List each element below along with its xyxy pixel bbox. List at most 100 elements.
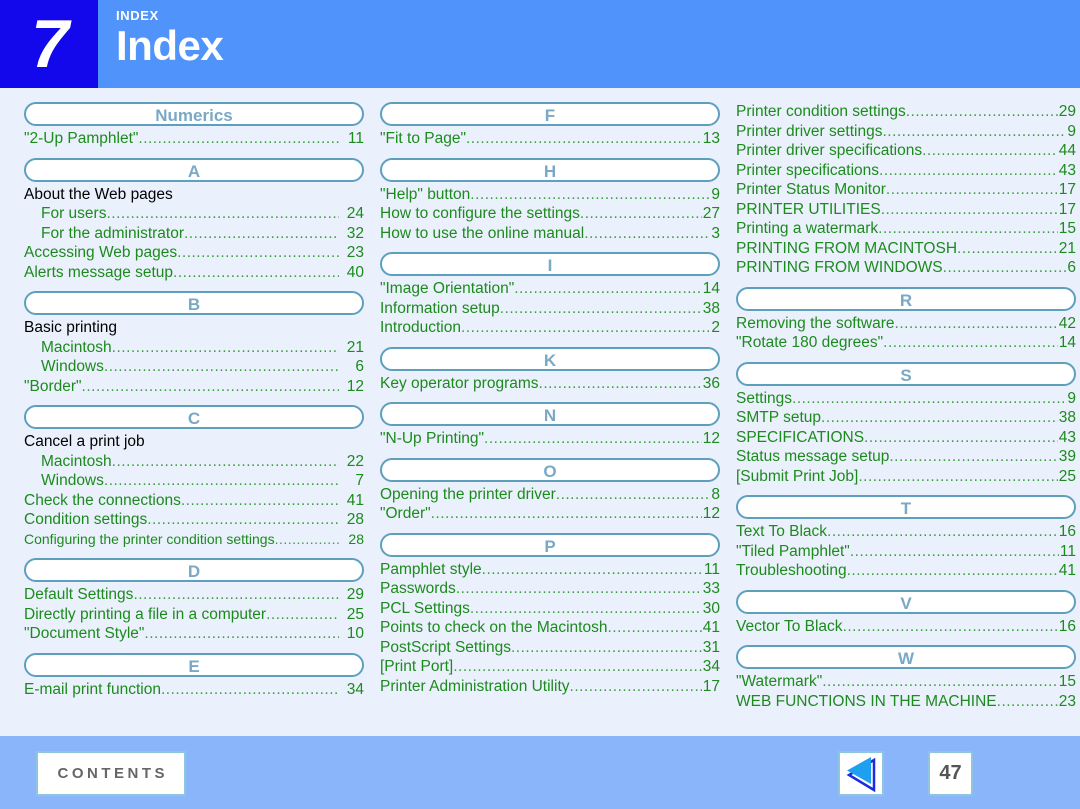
index-entry[interactable]: Printing a watermark....................… (736, 219, 1076, 239)
index-entry[interactable]: Check the connections...................… (24, 491, 364, 511)
index-entry-title: Alerts message setup (24, 263, 174, 281)
index-entry[interactable]: Removing the software...................… (736, 314, 1076, 334)
index-entry[interactable]: "Tiled Pamphlet"........................… (736, 542, 1076, 562)
leader-dots: ........................................… (184, 224, 339, 242)
leader-dots: ........................................… (499, 299, 702, 317)
section-header-b: B (24, 291, 364, 315)
index-entry-title: Printer condition settings (736, 103, 906, 120)
index-entry-title: Points to check on the Macintosh (380, 619, 608, 636)
index-entry-title: Directly printing a file in a computer (24, 605, 267, 623)
index-entry[interactable]: How to use the online manual............… (380, 224, 720, 244)
index-entry-page: 16 (1058, 523, 1076, 540)
index-entry[interactable]: PRINTING FROM MACINTOSH.................… (736, 239, 1076, 259)
back-button[interactable] (838, 751, 884, 796)
index-entry[interactable]: Information setup.......................… (380, 299, 720, 319)
index-entry[interactable]: "Document Style"........................… (24, 624, 364, 644)
index-entry[interactable]: For the administrator...................… (24, 224, 364, 244)
index-entry[interactable]: For users...............................… (24, 204, 364, 224)
index-entry-page: 29 (346, 586, 364, 603)
index-entry[interactable]: Printer Administration Utility..........… (380, 677, 720, 697)
leader-dots: ........................................… (894, 314, 1058, 332)
leader-dots: ........................................… (792, 389, 1066, 407)
index-entry-page: 27 (702, 205, 720, 222)
index-entry[interactable]: Passwords...............................… (380, 579, 720, 599)
index-entry[interactable]: "Fit to Page"...........................… (380, 129, 720, 149)
index-entry[interactable]: SPECIFICATIONS..........................… (736, 428, 1076, 448)
index-entry[interactable]: Directly printing a file in a computer..… (24, 605, 364, 625)
index-entry[interactable]: "Help" button...........................… (380, 185, 720, 205)
index-entry[interactable]: Status message setup....................… (736, 447, 1076, 467)
leader-dots: ........................................… (905, 103, 1058, 120)
index-entry[interactable]: "Rotate 180 degrees"....................… (736, 333, 1076, 353)
index-entry[interactable]: Accessing Web pages.....................… (24, 243, 364, 263)
leader-dots: ........................................… (858, 467, 1057, 485)
section-header-s: S (736, 361, 1076, 386)
index-entry-title: Settings (736, 389, 793, 407)
index-entry[interactable]: SMTP setup..............................… (736, 408, 1076, 428)
index-entry[interactable]: "Order".................................… (380, 504, 720, 524)
index-entry[interactable]: Default Settings........................… (24, 585, 364, 605)
index-entry[interactable]: Windows.................................… (24, 357, 364, 377)
index-entry[interactable]: Introduction............................… (380, 318, 720, 338)
index-entry[interactable]: Settings................................… (736, 389, 1076, 409)
index-entry[interactable]: Macintosh...............................… (24, 452, 364, 472)
index-entry[interactable]: Macintosh...............................… (24, 338, 364, 358)
index-column-2: F "Fit to Page"..........................… (380, 102, 720, 711)
leader-dots: ........................................… (846, 562, 1058, 579)
index-entry[interactable]: PCL Settings............................… (380, 599, 720, 619)
index-entry-title: About the Web pages (24, 185, 173, 203)
section-header-o: O (380, 457, 720, 482)
index-entry[interactable]: Printer Status Monitor..................… (736, 180, 1076, 200)
contents-button[interactable]: CONTENTS (36, 751, 186, 796)
index-entry[interactable]: WEB FUNCTIONS IN THE MACHINE............… (736, 692, 1076, 712)
index-entry[interactable]: PostScript Settings.....................… (380, 638, 720, 658)
index-entry[interactable]: "Watermark".............................… (736, 672, 1076, 692)
index-entry[interactable]: Printer condition settings..............… (736, 102, 1076, 122)
index-entry[interactable]: "Image Orientation".....................… (380, 279, 720, 299)
index-entry-title: "Image Orientation" (380, 280, 515, 297)
index-entry[interactable]: Pamphlet style..........................… (380, 560, 720, 580)
index-entry[interactable]: Text To Black...........................… (736, 522, 1076, 542)
index-entry[interactable]: E-mail print function...................… (24, 680, 364, 700)
index-entry-title: "Help" button (380, 185, 471, 203)
index-entry[interactable]: Alerts message setup....................… (24, 263, 364, 283)
index-entry-page: 9 (1067, 122, 1076, 140)
index-entry[interactable]: "Border"................................… (24, 377, 364, 397)
leader-dots: ........................................… (889, 448, 1058, 465)
index-entry[interactable]: How to configure the settings...........… (380, 204, 720, 224)
index-entry[interactable]: Troubleshooting.........................… (736, 561, 1076, 581)
index-entry[interactable]: Configuring the printer condition settin… (24, 530, 364, 550)
section-header-t: T (736, 495, 1076, 519)
index-entry[interactable]: Printer driver settings.................… (736, 122, 1076, 142)
leader-dots: ........................................… (103, 358, 339, 375)
index-entry-page: 9 (711, 185, 720, 203)
index-entry-page: 38 (702, 299, 720, 317)
index-entry-title: Text To Black (736, 523, 828, 540)
index-entry[interactable]: Windows.................................… (24, 471, 364, 491)
index-entry[interactable]: PRINTER UTILITIES.......................… (736, 200, 1076, 220)
index-entry[interactable]: Printer driver specifications...........… (736, 141, 1076, 161)
section-header-v: V (736, 589, 1076, 614)
chapter-number-badge: 7 (0, 0, 98, 88)
index-entry[interactable]: [Submit Print Job]......................… (736, 467, 1076, 487)
index-entry[interactable]: Condition settings......................… (24, 510, 364, 530)
leader-dots: ........................................… (942, 259, 1067, 276)
index-entry[interactable]: Printer specifications..................… (736, 161, 1076, 181)
index-entry-title: PRINTING FROM MACINTOSH (736, 239, 958, 257)
leader-dots: ........................................… (106, 205, 339, 222)
index-entry[interactable]: Vector To Black.........................… (736, 617, 1076, 637)
index-entry-title: Opening the printer driver (380, 485, 556, 503)
index-entry-title: Passwords (380, 580, 456, 597)
index-entry-page: 41 (1058, 562, 1076, 579)
index-entry[interactable]: PRINTING FROM WINDOWS...................… (736, 258, 1076, 278)
index-entry[interactable]: "N-Up Printing".........................… (380, 429, 720, 449)
index-entry-page: 6 (1067, 259, 1076, 276)
index-entry[interactable]: Key operator programs...................… (380, 374, 720, 394)
index-entry[interactable]: Points to check on the Macintosh........… (380, 618, 720, 638)
index-entry-title: Printer specifications (736, 161, 880, 179)
index-entry-page: 29 (1058, 103, 1076, 120)
index-entry[interactable]: [Print Port]............................… (380, 657, 720, 677)
header-text-group: INDEX Index (116, 0, 224, 88)
index-entry[interactable]: "2-Up Pamphlet".........................… (24, 129, 364, 149)
index-entry[interactable]: Opening the printer driver..............… (380, 485, 720, 505)
